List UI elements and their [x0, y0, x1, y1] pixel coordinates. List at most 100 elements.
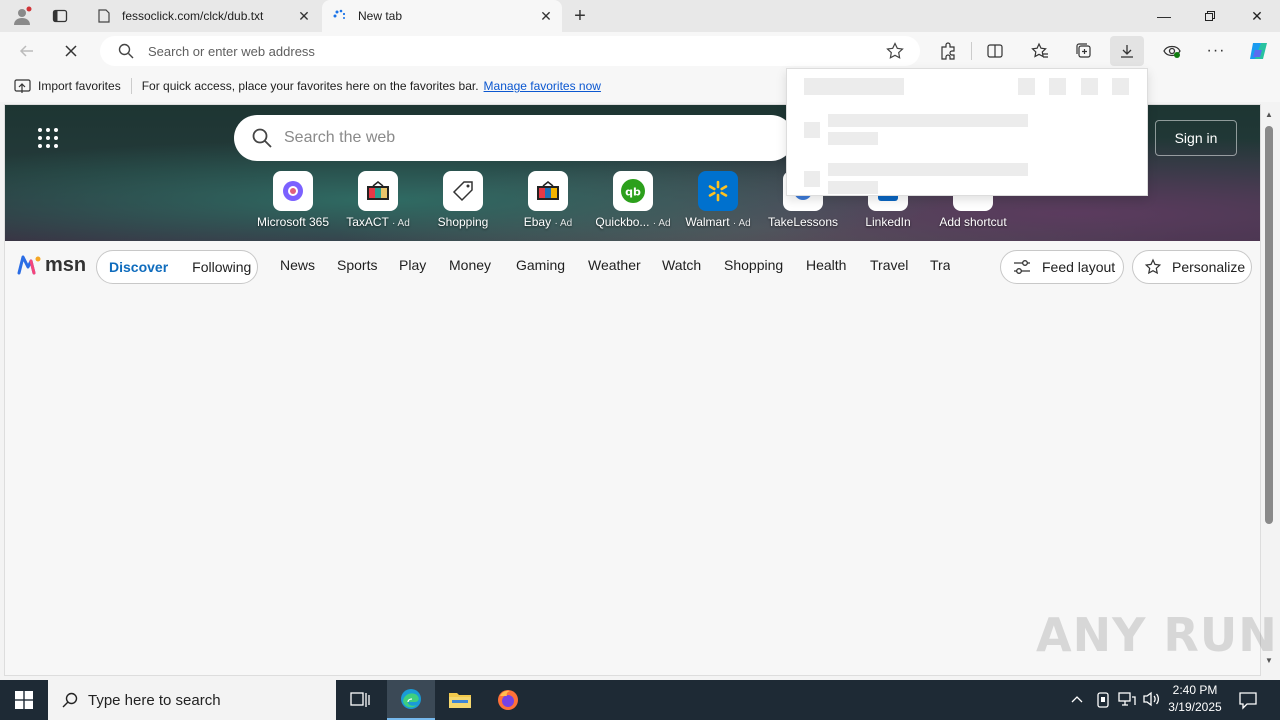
manage-favorites-link[interactable]: Manage favorites now — [484, 79, 601, 93]
discover-following-toggle: Discover Following — [96, 250, 258, 284]
nav-travel[interactable]: Travel — [870, 257, 908, 273]
apps-grid-icon[interactable] — [37, 127, 59, 149]
shortcut-label: Ebay — [523, 215, 552, 229]
nav-gaming[interactable]: Gaming — [516, 257, 565, 273]
favorite-star-icon[interactable] — [886, 42, 904, 60]
device-tray-icon[interactable] — [1096, 691, 1110, 714]
skeleton-line — [828, 181, 878, 194]
nav-more-truncated[interactable]: Trai — [930, 257, 950, 273]
tab-following[interactable]: Following — [192, 259, 251, 275]
downloads-flyout — [786, 68, 1148, 196]
system-clock[interactable]: 2:40 PM 3/19/2025 — [1162, 682, 1228, 718]
address-bar[interactable] — [100, 36, 920, 66]
ad-badge: · Ad — [652, 218, 671, 229]
minimize-button[interactable]: — — [1141, 0, 1187, 32]
close-tab-icon[interactable]: ✕ — [534, 4, 558, 28]
skeleton-line — [828, 163, 1028, 176]
shortcut-quickbooks[interactable]: qb Quickbo... · Ad — [593, 171, 673, 235]
show-hidden-icons-chevron-icon[interactable] — [1070, 692, 1084, 711]
shortcut-label: Shopping — [437, 215, 489, 229]
web-search-box[interactable] — [234, 115, 794, 161]
task-view-icon[interactable] — [336, 680, 384, 720]
shortcut-label: Microsoft 365 — [256, 215, 330, 229]
collections-icon[interactable] — [1069, 36, 1099, 66]
tab-discover[interactable]: Discover — [109, 259, 168, 275]
favorites-icon[interactable] — [1025, 36, 1055, 66]
watermark: ANY RUN — [1036, 608, 1278, 662]
sparkle-star-icon — [1144, 258, 1162, 276]
nav-play[interactable]: Play — [399, 257, 426, 273]
taskbar-search-placeholder: Type here to search — [88, 691, 221, 709]
scroll-thumb[interactable] — [1265, 126, 1273, 524]
import-favorites-button[interactable]: Import favorites — [38, 79, 121, 93]
sign-in-button[interactable]: Sign in — [1155, 120, 1237, 156]
clock-time: 2:40 PM — [1172, 683, 1218, 697]
edge-taskbar-icon[interactable] — [387, 680, 435, 720]
nav-news[interactable]: News — [280, 257, 315, 273]
stop-loading-icon[interactable] — [56, 36, 86, 66]
notifications-icon[interactable] — [1238, 690, 1258, 715]
page-icon — [96, 8, 112, 24]
tab-bar: fessoclick.com/clck/dub.txt ✕ New tab ✕ … — [0, 0, 1280, 32]
shortcut-label: Quickbo... — [595, 215, 650, 229]
shortcut-microsoft-365[interactable]: Microsoft 365 — [253, 171, 333, 235]
extensions-icon[interactable] — [933, 36, 963, 66]
file-explorer-icon[interactable] — [436, 680, 484, 720]
ad-badge: · Ad — [554, 218, 573, 229]
nav-weather[interactable]: Weather — [588, 257, 641, 273]
shortcut-ebay[interactable]: Ebay · Ad — [508, 171, 588, 235]
tab-actions-icon[interactable] — [48, 4, 72, 28]
scroll-up-arrow-icon[interactable]: ▲ — [1265, 110, 1273, 119]
nav-health[interactable]: Health — [806, 257, 846, 273]
back-icon[interactable] — [12, 36, 42, 66]
start-button[interactable] — [0, 680, 48, 720]
downloads-icon[interactable] — [1110, 36, 1144, 66]
network-icon[interactable] — [1118, 691, 1136, 712]
page-scrollbar[interactable]: ▲ ▼ — [1261, 104, 1278, 676]
copilot-icon[interactable] — [1243, 36, 1273, 66]
shortcut-shopping[interactable]: Shopping — [423, 171, 503, 235]
profile-icon[interactable] — [8, 4, 36, 28]
svg-text:qb: qb — [625, 186, 641, 199]
msn-nav: msn Discover Following News Sports Play … — [5, 245, 1260, 289]
restore-button[interactable] — [1187, 0, 1233, 32]
nav-sports[interactable]: Sports — [337, 257, 377, 273]
skeleton-line — [828, 132, 878, 145]
close-window-button[interactable]: ✕ — [1234, 0, 1280, 32]
nav-watch[interactable]: Watch — [662, 257, 701, 273]
more-options-icon[interactable]: ··· — [1201, 36, 1231, 66]
ad-badge: · Ad — [392, 218, 410, 229]
taskbar-search-box[interactable]: Type here to search — [48, 680, 336, 720]
skeleton-title — [804, 78, 904, 95]
feed-layout-button[interactable]: Feed layout — [1000, 250, 1124, 284]
close-tab-icon[interactable]: ✕ — [292, 4, 316, 28]
address-input[interactable] — [148, 43, 848, 59]
favbar-divider — [130, 78, 132, 94]
skeleton-action — [1112, 78, 1129, 95]
shortcut-taxact[interactable]: TaxACT · Ad — [338, 171, 418, 235]
split-screen-icon[interactable] — [980, 36, 1010, 66]
new-tab-button[interactable]: + — [568, 4, 592, 28]
nav-money[interactable]: Money — [449, 257, 491, 273]
nav-shopping[interactable]: Shopping — [724, 257, 783, 273]
skeleton-action — [1081, 78, 1098, 95]
tab-download[interactable]: fessoclick.com/clck/dub.txt ✕ — [86, 0, 320, 32]
web-search-input[interactable] — [284, 129, 764, 147]
quickbooks-icon: qb — [613, 171, 653, 211]
shortcut-label: Walmart — [685, 215, 730, 229]
price-tag-icon — [443, 171, 483, 211]
tab-new-tab[interactable]: New tab ✕ — [322, 0, 562, 32]
firefox-icon[interactable] — [484, 680, 532, 720]
browser-essentials-icon[interactable] — [1157, 36, 1187, 66]
search-icon — [62, 692, 78, 708]
import-favorites-icon — [14, 78, 31, 94]
search-icon — [118, 43, 134, 59]
walmart-icon — [698, 171, 738, 211]
volume-icon[interactable] — [1142, 691, 1160, 712]
personalize-button[interactable]: Personalize — [1132, 250, 1252, 284]
shortcut-walmart[interactable]: Walmart · Ad — [678, 171, 758, 235]
taxact-icon — [358, 171, 398, 211]
shortcut-label: Add shortcut — [939, 215, 1007, 229]
ad-badge: · Ad — [732, 218, 751, 229]
msn-logo[interactable]: msn — [17, 251, 86, 279]
